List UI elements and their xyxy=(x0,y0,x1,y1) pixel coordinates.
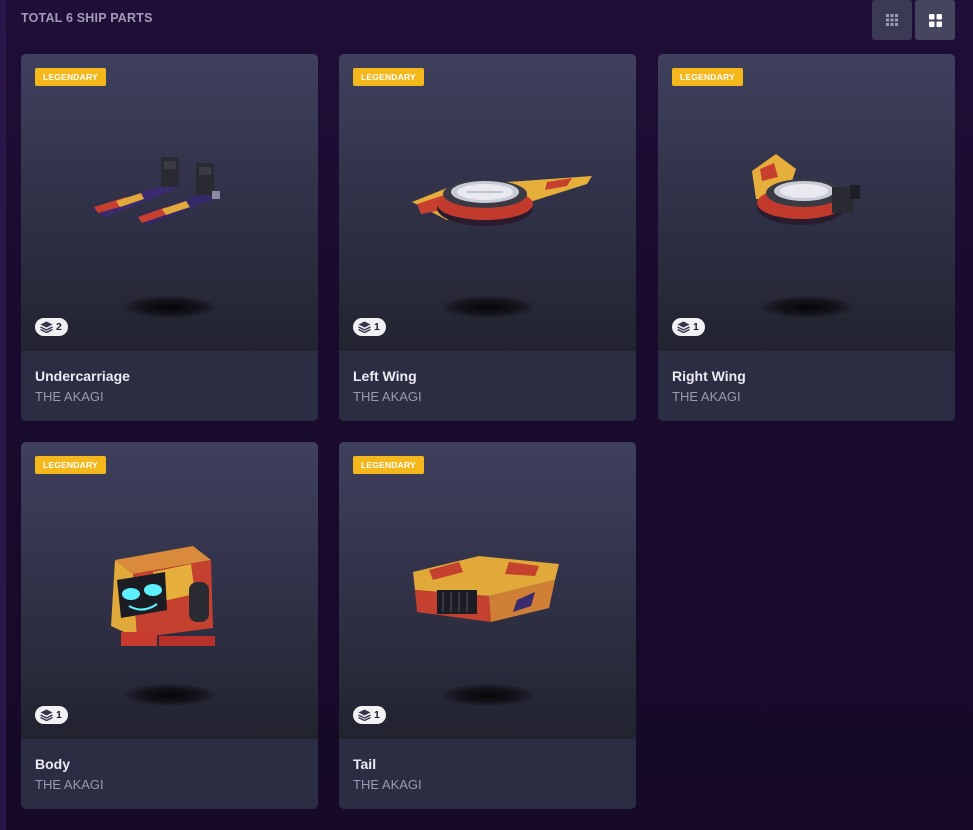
rarity-badge: LEGENDARY xyxy=(35,456,106,474)
item-shadow xyxy=(761,296,853,318)
body-image xyxy=(111,546,215,646)
layers-icon xyxy=(40,709,53,721)
card-info: Tail THE AKAGI xyxy=(339,739,636,809)
ship-part-card-undercarriage[interactable]: LEGENDARY 2 Undercarriage THE AKAGI xyxy=(21,54,318,421)
ship-name: THE AKAGI xyxy=(672,389,741,404)
large-grid-icon xyxy=(928,13,942,27)
ship-part-card-body[interactable]: LEGENDARY 1 Body THE AKAGI xyxy=(21,442,318,809)
undercarriage-image xyxy=(91,157,224,225)
part-name: Tail xyxy=(353,756,377,772)
rarity-badge: LEGENDARY xyxy=(353,68,424,86)
quantity-value: 1 xyxy=(56,709,62,721)
card-image: LEGENDARY 2 xyxy=(21,54,318,351)
card-image: LEGENDARY 1 xyxy=(658,54,955,351)
card-image: LEGENDARY 1 xyxy=(21,442,318,739)
quantity-pill: 2 xyxy=(35,318,68,336)
item-shadow xyxy=(124,684,216,706)
layers-icon xyxy=(358,321,371,333)
page-title: TOTAL 6 SHIP PARTS xyxy=(21,11,153,25)
header: TOTAL 6 SHIP PARTS xyxy=(21,0,955,40)
right-wing-image xyxy=(752,154,860,225)
quantity-pill: 1 xyxy=(353,318,386,336)
card-image: LEGENDARY 1 xyxy=(339,54,636,351)
layers-icon xyxy=(677,321,690,333)
ship-part-card-right-wing[interactable]: LEGENDARY 1 Right Wing THE AKAGI xyxy=(658,54,955,421)
part-name: Undercarriage xyxy=(35,368,130,384)
part-name: Body xyxy=(35,756,70,772)
item-shadow xyxy=(124,296,216,318)
rarity-badge: LEGENDARY xyxy=(35,68,106,86)
ship-part-card-tail[interactable]: LEGENDARY 1 Tail THE AKAGI xyxy=(339,442,636,809)
item-shadow xyxy=(442,296,534,318)
small-grid-view-button[interactable] xyxy=(872,0,912,40)
layers-icon xyxy=(40,321,53,333)
tail-image xyxy=(413,556,559,622)
ship-name: THE AKAGI xyxy=(35,777,104,792)
page-left-edge xyxy=(0,0,6,830)
card-info: Body THE AKAGI xyxy=(21,739,318,809)
quantity-pill: 1 xyxy=(35,706,68,724)
ship-part-card-left-wing[interactable]: LEGENDARY 1 Left Wing THE AKAGI xyxy=(339,54,636,421)
quantity-pill: 1 xyxy=(672,318,705,336)
part-name: Right Wing xyxy=(672,368,746,384)
quantity-value: 2 xyxy=(56,321,62,333)
card-info: Undercarriage THE AKAGI xyxy=(21,351,318,421)
left-wing-image xyxy=(412,176,592,226)
rarity-badge: LEGENDARY xyxy=(672,68,743,86)
ship-name: THE AKAGI xyxy=(35,389,104,404)
quantity-pill: 1 xyxy=(353,706,386,724)
ship-name: THE AKAGI xyxy=(353,389,422,404)
quantity-value: 1 xyxy=(374,709,380,721)
card-info: Right Wing THE AKAGI xyxy=(658,351,955,421)
card-image: LEGENDARY 1 xyxy=(339,442,636,739)
large-grid-view-button[interactable] xyxy=(915,0,955,40)
layers-icon xyxy=(358,709,371,721)
small-grid-icon xyxy=(886,14,898,26)
item-shadow xyxy=(442,684,534,706)
card-info: Left Wing THE AKAGI xyxy=(339,351,636,421)
quantity-value: 1 xyxy=(693,321,699,333)
part-name: Left Wing xyxy=(353,368,417,384)
rarity-badge: LEGENDARY xyxy=(353,456,424,474)
ship-name: THE AKAGI xyxy=(353,777,422,792)
quantity-value: 1 xyxy=(374,321,380,333)
